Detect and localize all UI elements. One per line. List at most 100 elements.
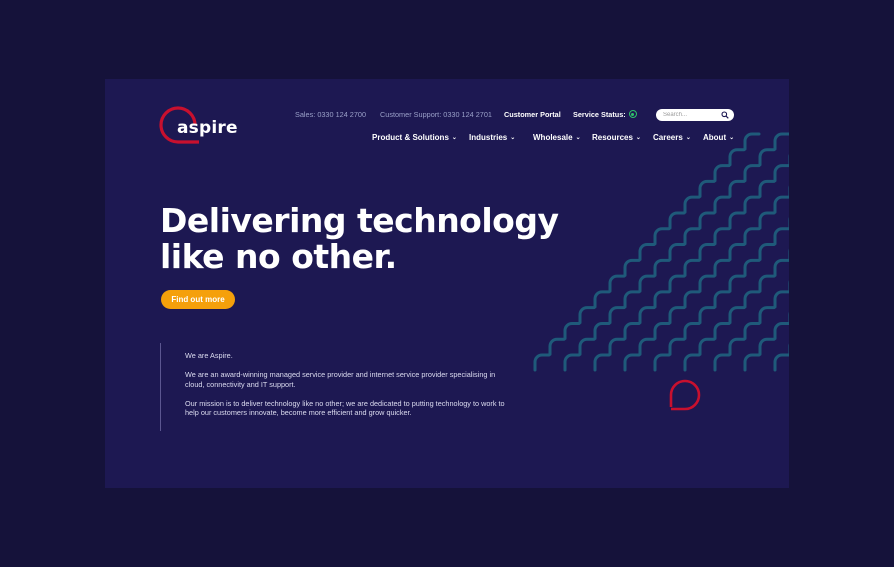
pattern-stroke (623, 258, 641, 277)
hero-title-line-2: like no other. (160, 237, 397, 276)
intro-text: We are Aspire. We are an award-winning m… (185, 351, 515, 427)
pattern-stroke (548, 337, 566, 356)
pattern-stroke (728, 306, 746, 325)
pattern-stroke (773, 132, 789, 151)
pattern-stroke (713, 164, 731, 183)
intro-paragraph-2: Our mission is to deliver technology lik… (185, 398, 505, 418)
pattern-stroke (743, 353, 761, 372)
intro-heading: We are Aspire. (185, 351, 233, 360)
pattern-stroke (758, 243, 776, 262)
pattern-stroke (698, 211, 716, 230)
pattern-stroke (743, 164, 761, 183)
nav-item-industries[interactable]: Industries ⌄ (469, 133, 515, 142)
pattern-stroke (653, 227, 671, 246)
pattern-stroke (713, 195, 731, 214)
customer-portal-link[interactable]: Customer Portal (504, 110, 561, 119)
pattern-stroke (593, 353, 611, 372)
pattern-stroke (638, 337, 656, 356)
aspire-mark-icon (669, 379, 701, 411)
nav-item-product-solutions[interactable]: Product & Solutions ⌄ (372, 133, 457, 142)
support-label: Customer Support: (380, 110, 442, 119)
pattern-stroke (743, 227, 761, 246)
pattern-stroke (743, 290, 761, 309)
pattern-stroke (683, 290, 701, 309)
status-ok-icon (628, 110, 637, 118)
pattern-stroke (668, 211, 686, 230)
sales-label: Sales: (295, 110, 316, 119)
pattern-stroke (608, 337, 626, 356)
pattern-stroke (713, 258, 731, 277)
pattern-stroke (758, 274, 776, 293)
pattern-stroke (773, 321, 789, 340)
pattern-stroke (773, 195, 789, 214)
nav-item-careers[interactable]: Careers ⌄ (653, 133, 691, 142)
nav-item-label: Product & Solutions (372, 133, 449, 142)
nav-item-label: Resources (592, 133, 633, 142)
pattern-stroke (683, 258, 701, 277)
pattern-stroke (728, 337, 746, 356)
pattern-stroke (653, 258, 671, 277)
pattern-stroke (773, 353, 789, 372)
pattern-stroke (653, 290, 671, 309)
pattern-stroke (698, 243, 716, 262)
pattern-stroke (698, 306, 716, 325)
pattern-stroke (638, 306, 656, 325)
pattern-stroke (713, 321, 731, 340)
pattern-stroke (698, 179, 716, 198)
pattern-stroke (758, 306, 776, 325)
nav-item-about[interactable]: About ⌄ (703, 133, 734, 142)
pattern-stroke (683, 353, 701, 372)
service-status-label: Service Status: (573, 110, 626, 119)
aspire-logo[interactable]: aspire (159, 106, 238, 146)
pattern-stroke (773, 290, 789, 309)
search-box[interactable] (656, 109, 734, 121)
pattern-stroke (683, 195, 701, 214)
pattern-stroke (608, 306, 626, 325)
pattern-stroke (698, 337, 716, 356)
intro-paragraph-1: We are an award-winning managed service … (185, 370, 496, 389)
pattern-stroke (758, 211, 776, 230)
pattern-stroke (728, 274, 746, 293)
chevron-down-icon: ⌄ (510, 135, 516, 141)
sales-contact[interactable]: Sales: 0330 124 2700 (295, 110, 366, 119)
support-contact[interactable]: Customer Support: 0330 124 2701 (380, 110, 492, 119)
pattern-stroke (608, 274, 626, 293)
service-status[interactable]: Service Status: (573, 110, 637, 119)
hero-title: Delivering technology like no other. (160, 203, 580, 275)
pattern-stroke (578, 337, 596, 356)
nav-item-wholesale[interactable]: Wholesale ⌄ (533, 133, 581, 142)
pattern-stroke (623, 290, 641, 309)
pattern-stroke (773, 227, 789, 246)
pattern-stroke (653, 353, 671, 372)
pattern-stroke (668, 274, 686, 293)
logo-text: aspire (177, 118, 238, 138)
find-out-more-button[interactable]: Find out more (161, 290, 235, 309)
pattern-stroke (758, 179, 776, 198)
chevron-down-icon: ⌄ (575, 135, 581, 141)
pattern-stroke (713, 353, 731, 372)
hero-section: aspire Sales: 0330 124 2700 Customer Sup… (105, 79, 789, 488)
support-phone[interactable]: 0330 124 2701 (443, 110, 492, 119)
pattern-stroke (683, 227, 701, 246)
search-input[interactable] (663, 110, 719, 120)
nav-item-label: Wholesale (533, 133, 573, 142)
pattern-stroke (638, 274, 656, 293)
pattern-stroke (728, 179, 746, 198)
sales-phone[interactable]: 0330 124 2700 (317, 110, 366, 119)
pattern-stroke (593, 321, 611, 340)
intro-divider (160, 343, 161, 431)
nav-item-resources[interactable]: Resources ⌄ (592, 133, 641, 142)
pattern-stroke (773, 258, 789, 277)
pattern-stroke (668, 306, 686, 325)
chevron-down-icon: ⌄ (635, 135, 641, 141)
pattern-stroke (593, 290, 611, 309)
pattern-stroke (578, 306, 596, 325)
pattern-stroke (698, 274, 716, 293)
search-icon[interactable] (721, 111, 729, 119)
pattern-stroke (533, 353, 551, 372)
pattern-stroke (713, 290, 731, 309)
nav-item-label: Careers (653, 133, 683, 142)
pattern-stroke (743, 132, 761, 151)
pattern-stroke (713, 227, 731, 246)
pattern-stroke (728, 243, 746, 262)
